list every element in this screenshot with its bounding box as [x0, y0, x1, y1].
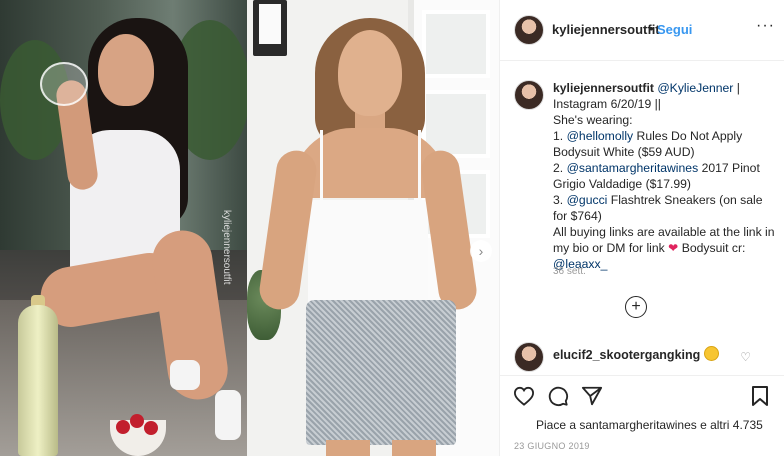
comment-row: elucif2_skootergangking [553, 346, 720, 362]
post-actions-bar: Piace a santamargheritawines e altri 4.7… [500, 375, 784, 457]
mention-link[interactable]: @santamargheritawines [567, 161, 699, 175]
tank-strap [320, 130, 323, 200]
avatar[interactable] [514, 15, 544, 45]
strawberry [130, 414, 144, 428]
caption-username[interactable]: kyliejennersoutfit [553, 81, 654, 95]
tank-strap [418, 130, 421, 200]
wall-lamp-glass [259, 4, 281, 44]
wine-glass [40, 62, 88, 106]
mention-link[interactable]: @KylieJenner [657, 81, 733, 95]
photo-watermark: kyliejennersoutfit [221, 210, 232, 285]
strawberry [116, 420, 130, 434]
header-username[interactable]: kyliejennersoutfit [552, 22, 660, 37]
caption-item-number: 2. [553, 161, 564, 175]
right-photo-leg [326, 440, 370, 456]
heart-emoji-icon: ❤ [668, 241, 679, 255]
right-photo-face [338, 30, 402, 116]
caption-text: Bodysuit cr: [681, 241, 746, 255]
more-options-icon[interactable]: ··· [756, 17, 775, 35]
right-photo-leg [392, 440, 436, 456]
follow-button[interactable]: Segui [657, 22, 692, 37]
comment-username[interactable]: elucif2_skootergangking [553, 348, 700, 362]
denim-mini-skirt [306, 300, 456, 445]
load-more-comments-icon[interactable]: + [625, 296, 647, 318]
left-photo-sock [215, 390, 241, 440]
likes-count-text[interactable]: Piace a santamargheritawines e altri 4.7… [536, 418, 763, 432]
header-separator: • [649, 21, 654, 36]
window-pane [422, 10, 490, 78]
left-photo-sock [170, 360, 200, 390]
wine-bottle [18, 305, 58, 456]
post-sidebar: kyliejennersoutfit • Segui ··· kyliejenn… [499, 0, 784, 456]
heart-icon[interactable] [512, 384, 536, 408]
post-date: 23 GIUGNO 2019 [514, 441, 590, 451]
caption-avatar[interactable] [514, 80, 544, 110]
white-bodysuit-top [308, 200, 428, 310]
comment-like-icon[interactable]: ♡ [740, 350, 751, 364]
comment-avatar[interactable] [514, 342, 544, 372]
caption-item-number: 3. [553, 193, 564, 207]
caption-text: She's wearing: [553, 113, 633, 127]
bookmark-icon[interactable] [748, 384, 772, 408]
left-photo-face [98, 34, 154, 106]
mention-link[interactable]: @gucci [567, 193, 608, 207]
caption-timestamp[interactable]: 36 sett. [553, 266, 586, 277]
left-photo-kylie: kyliejennersoutfit [0, 0, 247, 456]
post-caption: kyliejennersoutfit @KylieJenner | Instag… [553, 80, 775, 272]
instagram-post-screenshot: kyliejennersoutfit › kyliejennersoutfit … [0, 0, 784, 456]
post-header: kyliejennersoutfit • Segui ··· [500, 0, 784, 61]
mention-link[interactable]: @hellomolly [567, 129, 634, 143]
comment-icon[interactable] [546, 384, 570, 408]
strawberry [144, 421, 158, 435]
caption-item-number: 1. [553, 129, 564, 143]
smiley-emoji-icon [704, 346, 720, 361]
carousel-next-button[interactable]: › [470, 240, 492, 262]
share-icon[interactable] [580, 384, 604, 408]
